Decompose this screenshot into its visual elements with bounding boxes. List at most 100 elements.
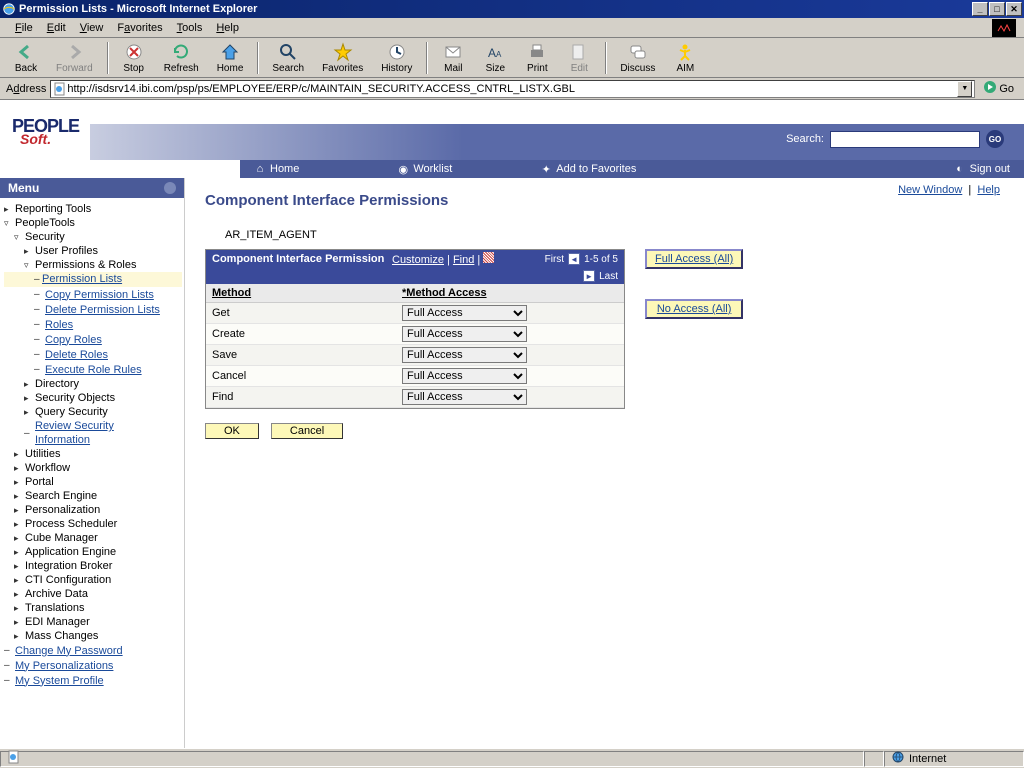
- tree-node-mass-changes[interactable]: Mass Changes: [4, 629, 182, 643]
- print-button[interactable]: Print: [517, 40, 557, 76]
- grid-row: GetFull Access: [206, 303, 624, 324]
- tree-label[interactable]: Execute Role Rules: [45, 363, 142, 377]
- col-method[interactable]: Method: [206, 284, 396, 302]
- forward-button[interactable]: Forward: [48, 40, 101, 76]
- search-button[interactable]: Search: [264, 40, 312, 76]
- tree-node-change-my-password[interactable]: Change My Password: [4, 643, 182, 658]
- tree-label[interactable]: Delete Permission Lists: [45, 303, 160, 317]
- method-access-select[interactable]: Full Access: [402, 326, 527, 342]
- method-access-select[interactable]: Full Access: [402, 305, 527, 321]
- grid-prev-icon[interactable]: ◄: [568, 253, 580, 265]
- aim-button[interactable]: AIM: [665, 40, 705, 76]
- tree-label[interactable]: My System Profile: [15, 674, 104, 688]
- tree-label[interactable]: Copy Roles: [45, 333, 102, 347]
- maximize-button[interactable]: □: [989, 2, 1005, 16]
- mail-button[interactable]: Mail: [433, 40, 473, 76]
- grid-download-icon[interactable]: [483, 252, 494, 263]
- mail-icon: [443, 42, 463, 62]
- tree-label[interactable]: Review Security Information: [35, 419, 155, 447]
- grid-customize-link[interactable]: Customize: [392, 254, 444, 266]
- method-access-select[interactable]: Full Access: [402, 389, 527, 405]
- tree-node-execute-role-rules[interactable]: Execute Role Rules: [4, 362, 182, 377]
- tree-node-search-engine[interactable]: Search Engine: [4, 489, 182, 503]
- tree-node-security-objects[interactable]: Security Objects: [4, 391, 182, 405]
- tree-label[interactable]: Roles: [45, 318, 73, 332]
- search-input[interactable]: [830, 131, 980, 148]
- tree-node-permission-lists[interactable]: Permission Lists: [4, 272, 182, 287]
- method-access-select[interactable]: Full Access: [402, 347, 527, 363]
- back-button[interactable]: Back: [6, 40, 46, 76]
- tree-node-permissions-&-roles[interactable]: Permissions & Roles: [4, 258, 182, 272]
- grid-nav-first[interactable]: First: [545, 254, 564, 265]
- minimize-button[interactable]: _: [972, 2, 988, 16]
- tree-label[interactable]: Delete Roles: [45, 348, 108, 362]
- menu-file[interactable]: File: [8, 20, 40, 36]
- nav-favorites[interactable]: ✦Add to Favorites: [526, 163, 650, 175]
- sidebar-collapse-icon[interactable]: [164, 182, 176, 194]
- stop-button[interactable]: Stop: [114, 40, 154, 76]
- tree-node-personalization[interactable]: Personalization: [4, 503, 182, 517]
- tree-node-translations[interactable]: Translations: [4, 601, 182, 615]
- address-dropdown-icon[interactable]: ▼: [957, 81, 972, 97]
- menu-help[interactable]: Help: [209, 20, 246, 36]
- search-go-button[interactable]: GO: [986, 130, 1004, 148]
- tree-node-integration-broker[interactable]: Integration Broker: [4, 559, 182, 573]
- tree-node-roles[interactable]: Roles: [4, 317, 182, 332]
- tree-node-directory[interactable]: Directory: [4, 377, 182, 391]
- grid-find-link[interactable]: Find: [453, 254, 474, 266]
- discuss-button[interactable]: Discuss: [612, 40, 663, 76]
- tree-node-archive-data[interactable]: Archive Data: [4, 587, 182, 601]
- tree-label[interactable]: Copy Permission Lists: [45, 288, 154, 302]
- tree-node-process-scheduler[interactable]: Process Scheduler: [4, 517, 182, 531]
- tree-node-peopletools[interactable]: PeopleTools: [4, 216, 182, 230]
- menu-view[interactable]: View: [73, 20, 111, 36]
- grid-nav-last[interactable]: Last: [599, 271, 618, 282]
- no-access-all-button[interactable]: No Access (All): [645, 299, 743, 319]
- favorites-button[interactable]: Favorites: [314, 40, 371, 76]
- tree-node-edi-manager[interactable]: EDI Manager: [4, 615, 182, 629]
- go-button[interactable]: Go: [979, 80, 1018, 97]
- tree-node-query-security[interactable]: Query Security: [4, 405, 182, 419]
- tree-node-workflow[interactable]: Workflow: [4, 461, 182, 475]
- grid-next-icon[interactable]: ►: [583, 270, 595, 282]
- tree-label[interactable]: Permission Lists: [42, 273, 122, 285]
- tree-node-cube-manager[interactable]: Cube Manager: [4, 531, 182, 545]
- nav-home[interactable]: ⌂Home: [240, 163, 313, 175]
- nav-worklist[interactable]: ◉Worklist: [383, 163, 466, 175]
- tree-node-cti-configuration[interactable]: CTI Configuration: [4, 573, 182, 587]
- help-link[interactable]: Help: [977, 184, 1000, 196]
- tree-label[interactable]: My Personalizations: [15, 659, 113, 673]
- cancel-button[interactable]: Cancel: [271, 423, 343, 439]
- tree-label[interactable]: Change My Password: [15, 644, 123, 658]
- tree-node-copy-permission-lists[interactable]: Copy Permission Lists: [4, 287, 182, 302]
- edit-button[interactable]: Edit: [559, 40, 599, 76]
- tree-node-my-personalizations[interactable]: My Personalizations: [4, 658, 182, 673]
- full-access-all-button[interactable]: Full Access (All): [645, 249, 743, 269]
- address-input[interactable]: [67, 83, 957, 95]
- tree-node-copy-roles[interactable]: Copy Roles: [4, 332, 182, 347]
- col-access[interactable]: *Method Access: [396, 284, 493, 302]
- tree-node-application-engine[interactable]: Application Engine: [4, 545, 182, 559]
- menu-tools[interactable]: Tools: [170, 20, 210, 36]
- tree-node-review-security-information[interactable]: Review Security Information: [4, 419, 182, 447]
- tree-node-delete-permission-lists[interactable]: Delete Permission Lists: [4, 302, 182, 317]
- tree-node-delete-roles[interactable]: Delete Roles: [4, 347, 182, 362]
- tree-node-my-system-profile[interactable]: My System Profile: [4, 673, 182, 688]
- new-window-link[interactable]: New Window: [898, 184, 962, 196]
- history-button[interactable]: History: [373, 40, 420, 76]
- method-access-select[interactable]: Full Access: [402, 368, 527, 384]
- menu-edit[interactable]: Edit: [40, 20, 73, 36]
- home-button[interactable]: Home: [209, 40, 252, 76]
- tree-node-user-profiles[interactable]: User Profiles: [4, 244, 182, 258]
- ok-button[interactable]: OK: [205, 423, 259, 439]
- closed-arrow-icon: [14, 489, 22, 503]
- nav-signout[interactable]: ◐Sign out: [940, 163, 1024, 175]
- tree-node-reporting-tools[interactable]: Reporting Tools: [4, 202, 182, 216]
- tree-node-portal[interactable]: Portal: [4, 475, 182, 489]
- refresh-button[interactable]: Refresh: [156, 40, 207, 76]
- menu-favorites[interactable]: Favorites: [110, 20, 169, 36]
- tree-node-security[interactable]: Security: [4, 230, 182, 244]
- close-button[interactable]: ✕: [1006, 2, 1022, 16]
- tree-node-utilities[interactable]: Utilities: [4, 447, 182, 461]
- size-button[interactable]: AASize: [475, 40, 515, 76]
